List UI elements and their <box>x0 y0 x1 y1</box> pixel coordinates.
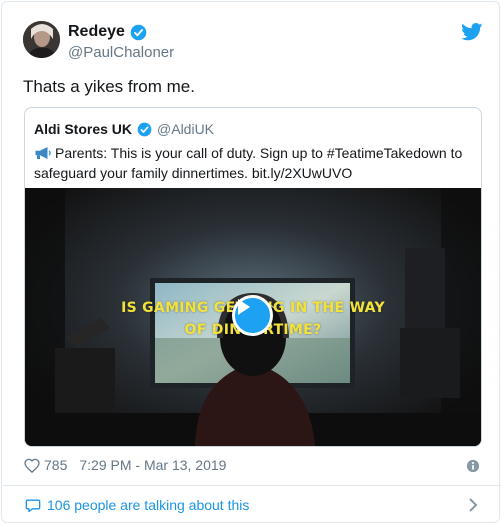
twitter-bird-icon[interactable] <box>461 23 483 41</box>
conversation-link[interactable]: 106 people are talking about this <box>25 497 249 513</box>
info-icon[interactable] <box>466 459 480 473</box>
chevron-right-icon[interactable] <box>468 498 478 512</box>
quoted-author-name: Aldi Stores UK <box>34 121 133 137</box>
tweet-meta: 785 7:29 PM - Mar 13, 2019 <box>24 457 226 473</box>
conversation-link-text[interactable]: 106 people are talking about this <box>47 497 249 513</box>
speech-bubble-icon <box>25 499 41 512</box>
avatar[interactable] <box>23 21 60 58</box>
play-icon <box>238 299 250 315</box>
author-name[interactable]: Redeye <box>68 23 125 41</box>
verified-icon <box>137 122 152 136</box>
timestamp[interactable]: 7:29 PM - Mar 13, 2019 <box>79 457 226 473</box>
megaphone-icon <box>35 147 51 159</box>
quoted-author-row: Aldi Stores UK @AldiUK <box>34 121 214 137</box>
tweet-card: Redeye @PaulChaloner Thats a yikes from … <box>1 1 501 523</box>
play-button[interactable] <box>232 295 273 336</box>
author-name-row[interactable]: Redeye <box>68 23 147 41</box>
video-player[interactable]: IS GAMING GETTING IN THE WAY OF DINNERTI… <box>25 188 481 446</box>
quoted-author-handle: @AldiUK <box>157 121 215 137</box>
divider <box>3 485 501 486</box>
verified-icon <box>130 24 147 40</box>
like-count[interactable]: 785 <box>44 457 67 473</box>
quoted-tweet[interactable]: Aldi Stores UK @AldiUK Parents: This is … <box>24 107 482 447</box>
author-handle[interactable]: @PaulChaloner <box>68 44 174 61</box>
quoted-tweet-body: Parents: This is your call of duty. Sign… <box>34 145 463 181</box>
quoted-tweet-text: Parents: This is your call of duty. Sign… <box>34 143 479 183</box>
tweet-text: Thats a yikes from me. <box>23 77 195 96</box>
heart-icon[interactable] <box>24 458 40 473</box>
